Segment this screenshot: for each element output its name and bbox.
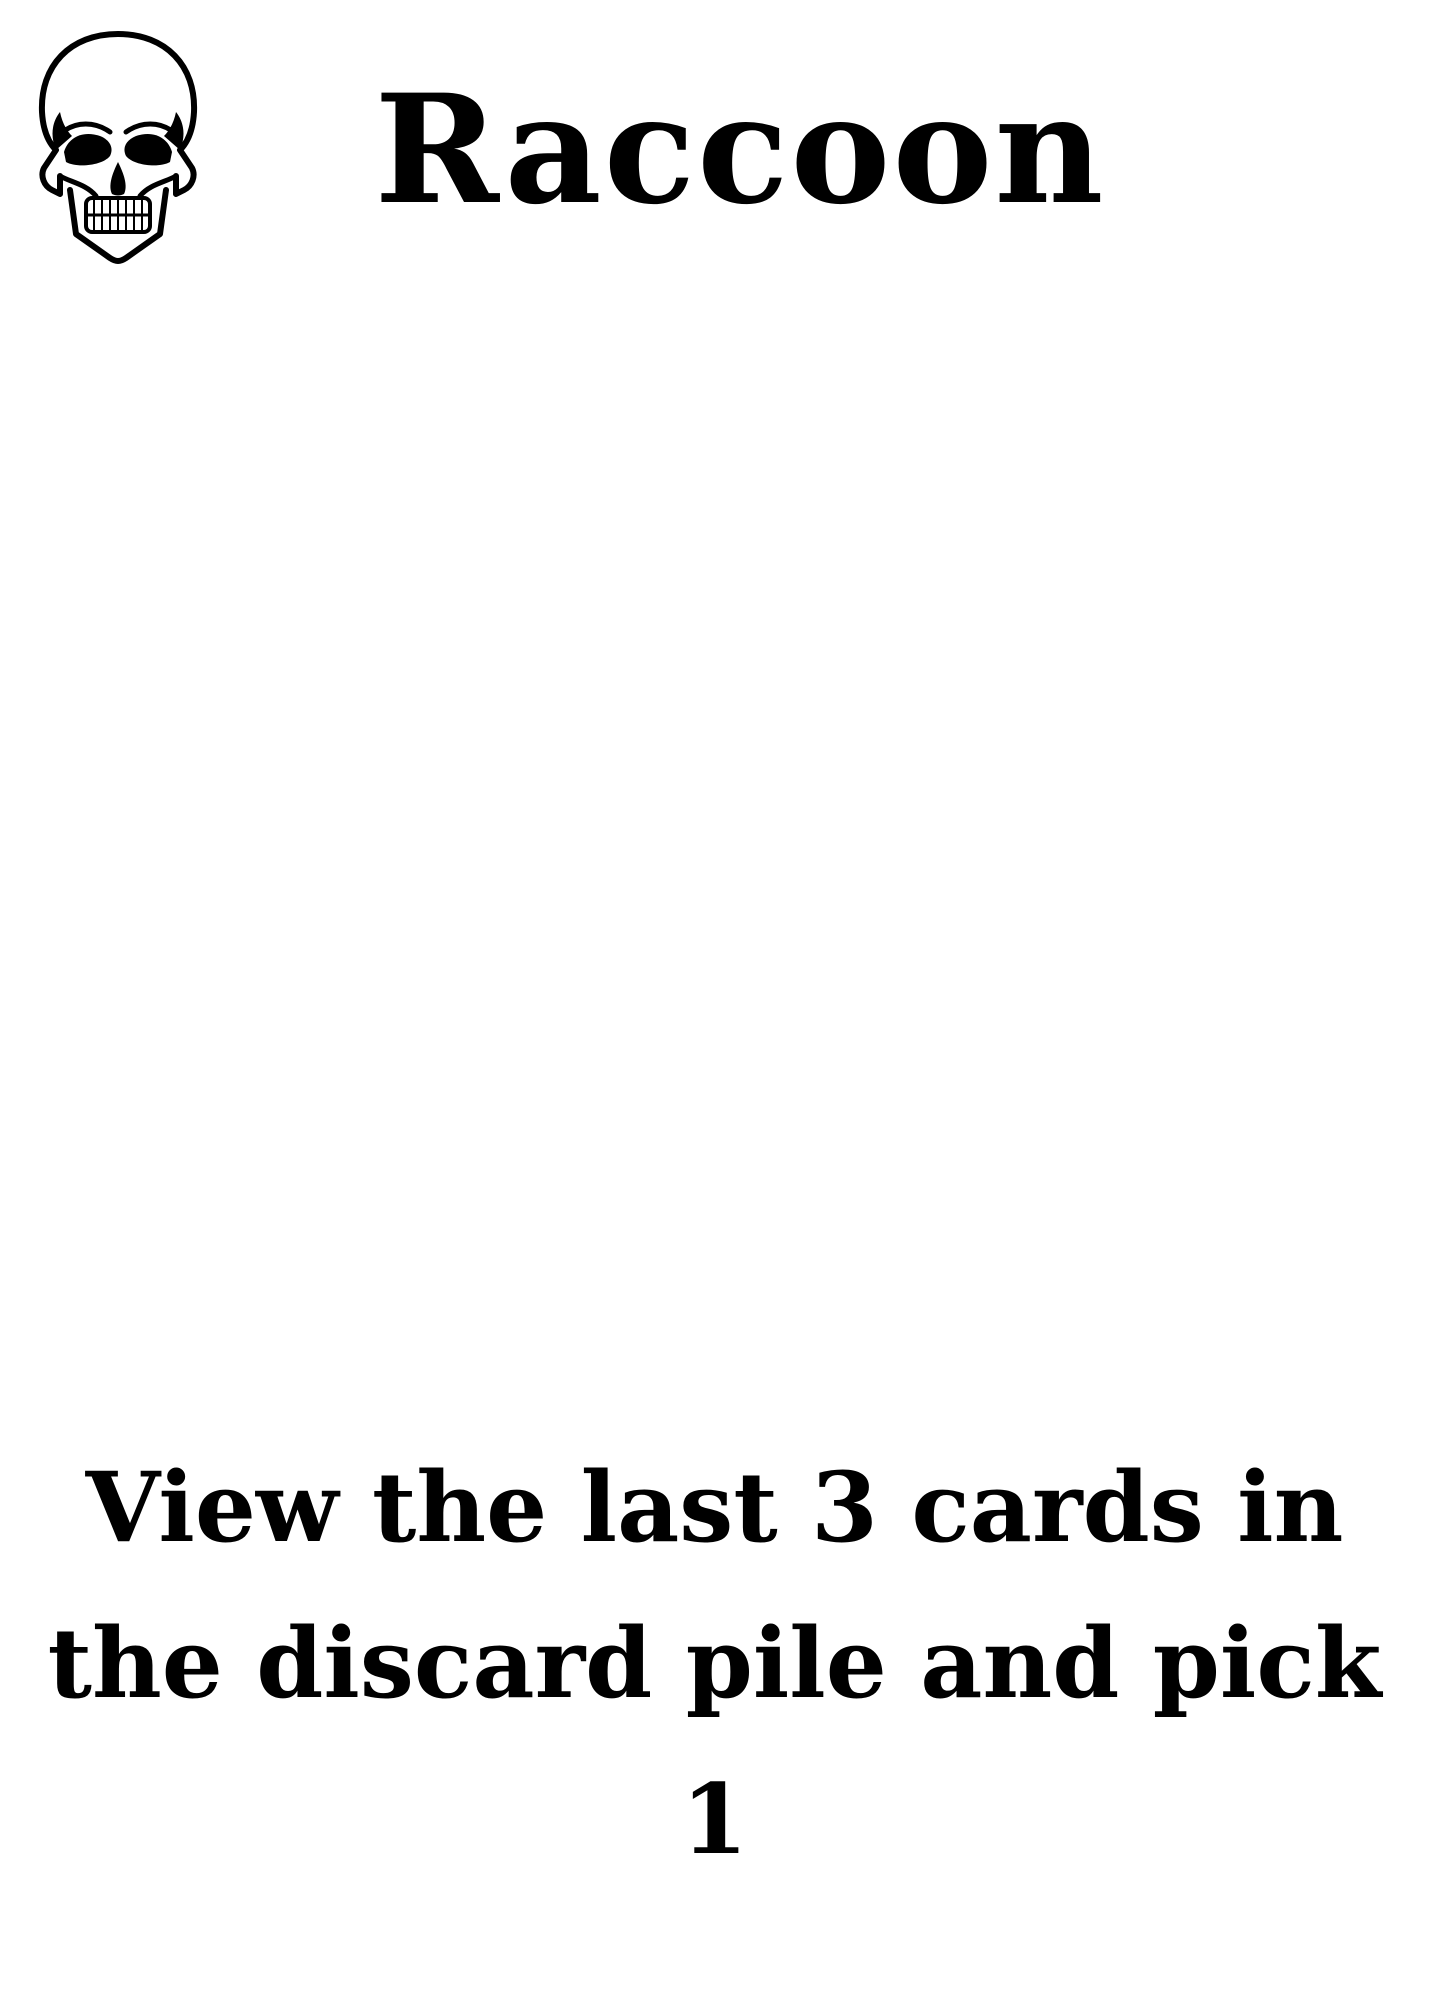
card-effect-text: View the last 3 cards in the discard pil… [47, 1451, 1382, 1876]
skull-icon [30, 26, 206, 266]
card-title: Raccoon [374, 62, 1106, 238]
game-card: Raccoon View the last 3 cards in the dis… [0, 0, 1429, 2000]
